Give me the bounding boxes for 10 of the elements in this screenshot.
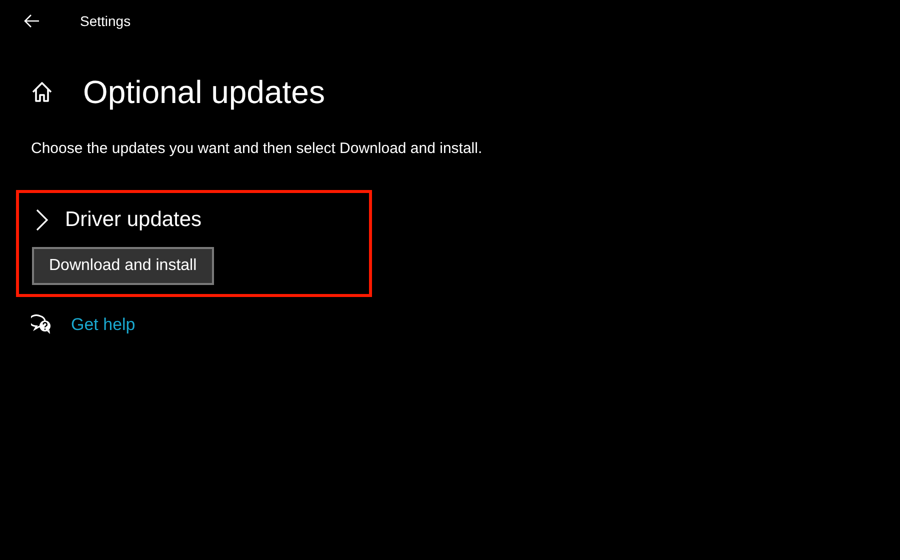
- page-title: Optional updates: [83, 73, 325, 112]
- home-icon[interactable]: [31, 81, 53, 103]
- back-arrow-icon[interactable]: [24, 14, 40, 28]
- chat-bubbles-icon: [31, 314, 53, 336]
- description-text: Choose the updates you want and then select Download and install.: [31, 140, 484, 157]
- download-install-button[interactable]: Download and install: [32, 247, 214, 285]
- window-title: Settings: [80, 13, 131, 29]
- section-title: Driver updates: [65, 207, 202, 233]
- get-help-link[interactable]: Get help: [71, 315, 136, 335]
- chevron-right-icon[interactable]: [35, 209, 49, 231]
